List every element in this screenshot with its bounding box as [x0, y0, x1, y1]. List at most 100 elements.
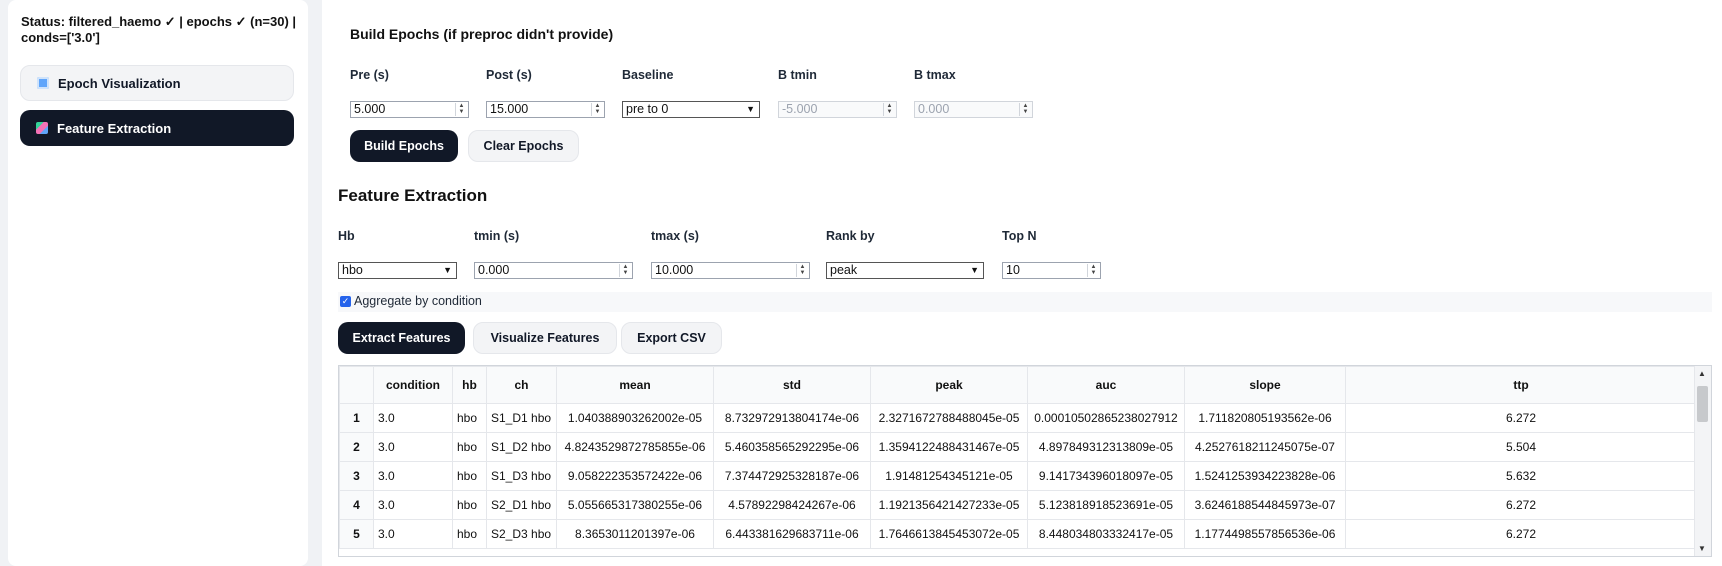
cell-peak[interactable]: 1.91481254345121e-05 — [870, 461, 1028, 491]
cell-std[interactable]: 8.732972913804174e-06 — [713, 403, 871, 433]
cell-auc[interactable]: 8.448034803332417e-05 — [1027, 519, 1185, 549]
cell-slope[interactable]: 1.711820805193562e-06 — [1184, 403, 1346, 433]
cell-auc[interactable]: 5.123818918523691e-05 — [1027, 490, 1185, 520]
cell-condition[interactable]: 3.0 — [373, 461, 453, 491]
cell-slope[interactable]: 1.5241253934223828e-06 — [1184, 461, 1346, 491]
baseline-label: Baseline — [622, 68, 674, 82]
cell-condition[interactable]: 3.0 — [373, 490, 453, 520]
scrollbar-thumb[interactable] — [1697, 386, 1708, 422]
stepper-arrows-icon[interactable]: ▲ ▼ — [796, 264, 808, 277]
column-header[interactable]: peak — [870, 366, 1028, 404]
features-table[interactable]: condition hb ch mean std peak auc slope … — [338, 365, 1712, 557]
cell-slope[interactable]: 1.1774498557856536e-06 — [1184, 519, 1346, 549]
clear-epochs-button[interactable]: Clear Epochs — [468, 130, 579, 162]
hb-label: Hb — [338, 229, 355, 243]
tmin-value: 0.000 — [478, 263, 510, 277]
scroll-down-icon[interactable]: ▼ — [1698, 544, 1706, 553]
cell-ttp[interactable]: 6.272 — [1345, 403, 1697, 433]
column-header[interactable]: hb — [452, 366, 487, 404]
table-row[interactable]: 3 3.0 hbo S1_D3 hbo 9.058222353572422e-0… — [339, 461, 1697, 491]
cell-hb[interactable]: hbo — [452, 432, 487, 462]
column-header[interactable]: std — [713, 366, 871, 404]
cell-slope[interactable]: 3.6246188544845973e-07 — [1184, 490, 1346, 520]
cell-ch[interactable]: S1_D3 hbo — [486, 461, 557, 491]
build-epochs-button[interactable]: Build Epochs — [350, 130, 458, 162]
cell-ch[interactable]: S2_D3 hbo — [486, 519, 557, 549]
stepper-arrows-icon[interactable]: ▲ ▼ — [1087, 264, 1099, 277]
cell-peak[interactable]: 1.3594122488431467e-05 — [870, 432, 1028, 462]
pre-input[interactable]: 5.000 ▲ ▼ — [350, 101, 469, 118]
grid-chart-icon — [37, 77, 49, 89]
top-n-input[interactable]: 10 ▲ ▼ — [1002, 262, 1101, 279]
cell-auc[interactable]: 4.897849312313809e-05 — [1027, 432, 1185, 462]
cell-std[interactable]: 5.460358565292295e-06 — [713, 432, 871, 462]
column-header[interactable]: ch — [486, 366, 557, 404]
nav-feature-extraction[interactable]: Feature Extraction — [20, 110, 294, 146]
cell-mean[interactable]: 5.055665317380255e-06 — [556, 490, 714, 520]
cell-auc[interactable]: 9.141734396018097e-05 — [1027, 461, 1185, 491]
nav-label: Epoch Visualization — [58, 75, 181, 91]
post-input[interactable]: 15.000 ▲ ▼ — [486, 101, 605, 118]
tmax-input[interactable]: 10.000 ▲ ▼ — [651, 262, 810, 279]
export-csv-button[interactable]: Export CSV — [621, 322, 722, 354]
aggregate-label[interactable]: Aggregate by condition — [354, 294, 482, 308]
cell-condition[interactable]: 3.0 — [373, 519, 453, 549]
btmax-input: 0.000 ▲ ▼ — [914, 101, 1033, 118]
table-row[interactable]: 4 3.0 hbo S2_D1 hbo 5.055665317380255e-0… — [339, 490, 1697, 520]
stepper-arrows-icon[interactable]: ▲ ▼ — [619, 264, 631, 277]
aggregate-checkbox[interactable]: ✓ — [340, 296, 351, 307]
column-header[interactable]: auc — [1027, 366, 1185, 404]
cell-ttp[interactable]: 6.272 — [1345, 490, 1697, 520]
cell-peak[interactable]: 2.3271672788488045e-05 — [870, 403, 1028, 433]
cell-ttp[interactable]: 5.504 — [1345, 432, 1697, 462]
extract-features-button[interactable]: Extract Features — [338, 322, 465, 354]
cell-mean[interactable]: 9.058222353572422e-06 — [556, 461, 714, 491]
cell-std[interactable]: 6.443381629683711e-06 — [713, 519, 871, 549]
row-index: 2 — [339, 432, 374, 462]
cell-ttp[interactable]: 5.632 — [1345, 461, 1697, 491]
btmin-input: -5.000 ▲ ▼ — [778, 101, 897, 118]
cell-ch[interactable]: S1_D2 hbo — [486, 432, 557, 462]
rank-by-value: peak — [830, 263, 858, 277]
tmin-input[interactable]: 0.000 ▲ ▼ — [474, 262, 633, 279]
cell-hb[interactable]: hbo — [452, 519, 487, 549]
cell-hb[interactable]: hbo — [452, 461, 487, 491]
cell-auc[interactable]: 0.00010502865238027912 — [1027, 403, 1185, 433]
nav-label: Feature Extraction — [57, 120, 172, 136]
column-header[interactable]: slope — [1184, 366, 1346, 404]
stepper-arrows-icon[interactable]: ▲ ▼ — [455, 103, 467, 116]
cell-mean[interactable]: 8.3653011201397e-06 — [556, 519, 714, 549]
cell-ch[interactable]: S1_D1 hbo — [486, 403, 557, 433]
nav-epoch-visualization[interactable]: Epoch Visualization — [20, 65, 294, 101]
pre-value: 5.000 — [354, 102, 386, 116]
table-row[interactable]: 1 3.0 hbo S1_D1 hbo 1.040388903262002e-0… — [339, 403, 1697, 433]
cell-condition[interactable]: 3.0 — [373, 432, 453, 462]
visualize-features-button[interactable]: Visualize Features — [473, 322, 617, 354]
table-row[interactable]: 5 3.0 hbo S2_D3 hbo 8.3653011201397e-06 … — [339, 519, 1697, 549]
cell-hb[interactable]: hbo — [452, 403, 487, 433]
column-header[interactable]: ttp — [1345, 366, 1697, 404]
hb-select[interactable]: hbo ▼ — [338, 262, 457, 279]
cell-ch[interactable]: S2_D1 hbo — [486, 490, 557, 520]
cell-peak[interactable]: 1.1921356421427233e-05 — [870, 490, 1028, 520]
cell-condition[interactable]: 3.0 — [373, 403, 453, 433]
column-header[interactable]: condition — [373, 366, 453, 404]
column-header[interactable]: mean — [556, 366, 714, 404]
top-n-label: Top N — [1002, 229, 1037, 243]
scroll-up-icon[interactable]: ▲ — [1698, 369, 1706, 378]
cell-hb[interactable]: hbo — [452, 490, 487, 520]
table-row[interactable]: 2 3.0 hbo S1_D2 hbo 4.8243529872785855e-… — [339, 432, 1697, 462]
rank-by-select[interactable]: peak ▼ — [826, 262, 984, 279]
cell-mean[interactable]: 4.8243529872785855e-06 — [556, 432, 714, 462]
top-n-value: 10 — [1006, 263, 1020, 277]
cell-std[interactable]: 4.57892298424267e-06 — [713, 490, 871, 520]
stepper-arrows-icon[interactable]: ▲ ▼ — [591, 103, 603, 116]
cell-peak[interactable]: 1.7646613845453072e-05 — [870, 519, 1028, 549]
row-index: 5 — [339, 519, 374, 549]
table-vertical-scrollbar[interactable]: ▲ ▼ — [1694, 366, 1711, 556]
baseline-select[interactable]: pre to 0 ▼ — [622, 101, 760, 118]
cell-slope[interactable]: 4.2527618211245075e-07 — [1184, 432, 1346, 462]
cell-std[interactable]: 7.374472925328187e-06 — [713, 461, 871, 491]
cell-mean[interactable]: 1.040388903262002e-05 — [556, 403, 714, 433]
cell-ttp[interactable]: 6.272 — [1345, 519, 1697, 549]
